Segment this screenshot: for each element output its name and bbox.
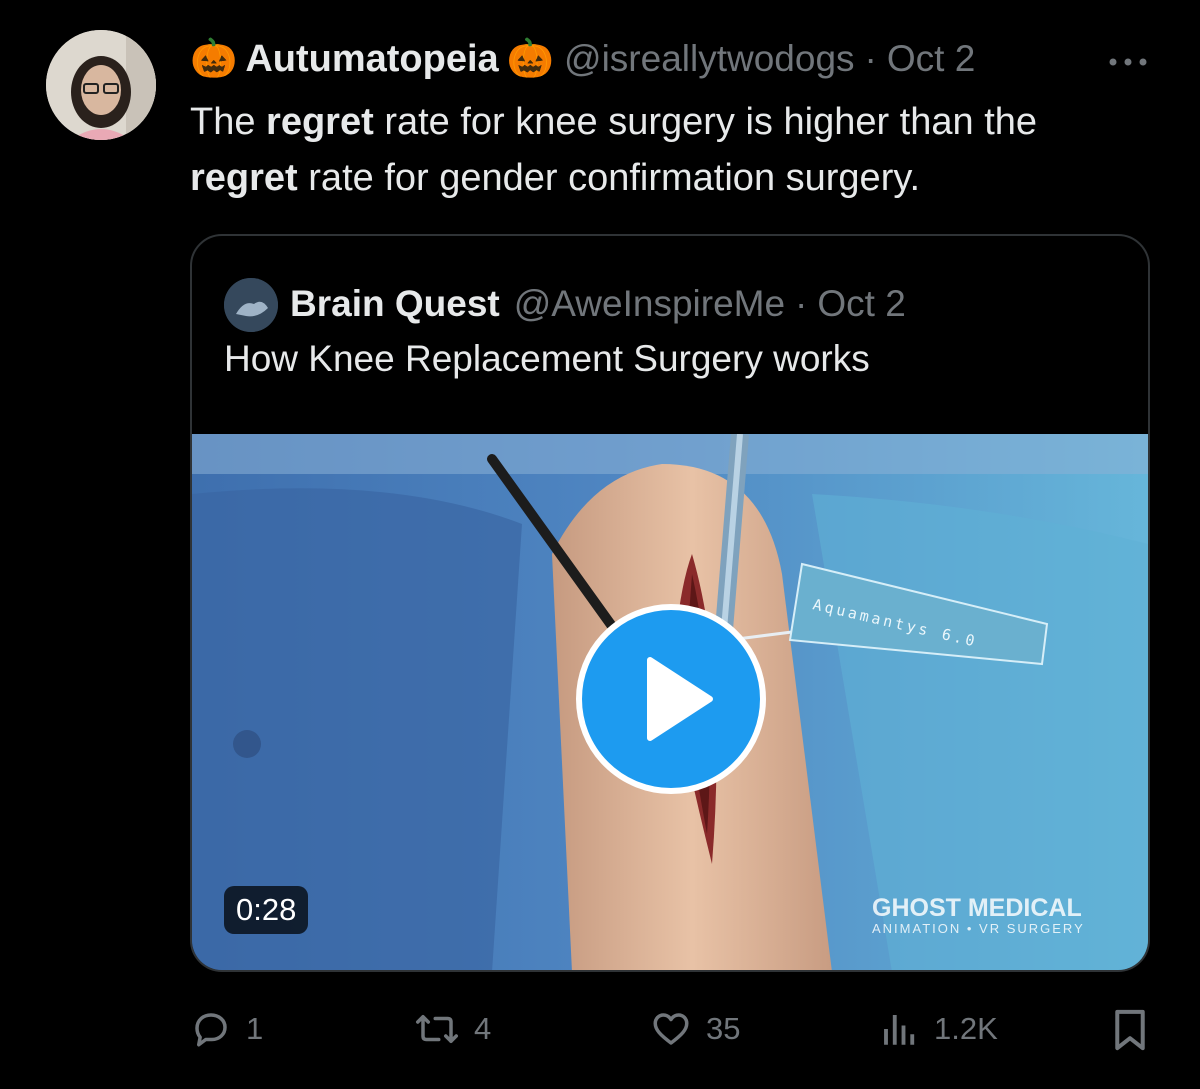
repost-icon <box>416 1015 458 1043</box>
watermark-title: GHOST MEDICAL <box>872 894 1082 922</box>
tweet-text-bold: regret <box>266 101 374 143</box>
author-avatar[interactable] <box>46 30 156 140</box>
tweet-text-part: rate for knee surgery is higher than the <box>373 101 1038 143</box>
video-watermark: GHOST MEDICAL ANIMATION • VR SURGERY <box>872 894 1085 936</box>
action-bar: 1 4 35 1.2K <box>190 1008 1160 1064</box>
views-count: 1.2K <box>934 1011 998 1046</box>
tweet-header: 🎃 Autumatopeia 🎃 @isreallytwodogs · Oct … <box>190 34 1170 84</box>
quote-text: How Knee Replacement Surgery works <box>224 338 870 379</box>
quote-header: Brain Quest @AweInspireMe · Oct 2 <box>290 274 906 334</box>
play-icon <box>647 657 713 741</box>
tweet-date[interactable]: Oct 2 <box>887 38 975 80</box>
pumpkin-emoji: 🎃 <box>506 38 555 80</box>
repost-button[interactable]: 4 <box>414 1008 491 1050</box>
quote-date: Oct 2 <box>817 283 906 324</box>
separator-dot: · <box>864 38 877 79</box>
views-button[interactable]: 1.2K <box>880 1008 998 1050</box>
quote-author-handle[interactable]: @AweInspireMe <box>514 283 785 325</box>
quote-author-name[interactable]: Brain Quest <box>290 283 500 325</box>
author-handle[interactable]: @isreallytwodogs <box>564 38 855 80</box>
quote-tweet-card[interactable]: Brain Quest @AweInspireMe · Oct 2 How Kn… <box>190 234 1150 972</box>
tweet-text-bold: regret <box>190 157 298 199</box>
bookmark-button[interactable] <box>1110 1008 1150 1052</box>
tweet-text-part: rate for gender confirmation surgery. <box>297 157 921 199</box>
like-button[interactable]: 35 <box>650 1008 740 1050</box>
like-icon <box>653 1013 689 1045</box>
play-button[interactable] <box>576 604 766 794</box>
video-player[interactable]: Aquamantys 6.0 0:28 GHOST MEDICAL ANIMAT… <box>192 434 1148 970</box>
bookmark-icon <box>1115 1009 1145 1051</box>
pumpkin-emoji: 🎃 <box>190 38 238 80</box>
quote-author-avatar <box>224 278 278 332</box>
tweet-text-part: The <box>190 101 267 143</box>
tweet-text: The regret rate for knee surgery is high… <box>190 94 1170 206</box>
watermark-subtitle: ANIMATION • VR SURGERY <box>872 921 1085 936</box>
views-icon <box>884 1015 915 1045</box>
reply-count: 1 <box>246 1011 264 1046</box>
reply-button[interactable]: 1 <box>190 1008 263 1050</box>
reply-icon <box>195 1013 227 1047</box>
author-name[interactable]: Autumatopeia <box>245 38 498 81</box>
repost-count: 4 <box>474 1011 492 1046</box>
video-duration: 0:28 <box>224 886 309 934</box>
like-count: 35 <box>706 1011 741 1046</box>
more-icon[interactable] <box>1108 57 1148 67</box>
separator-dot: · <box>795 283 808 324</box>
